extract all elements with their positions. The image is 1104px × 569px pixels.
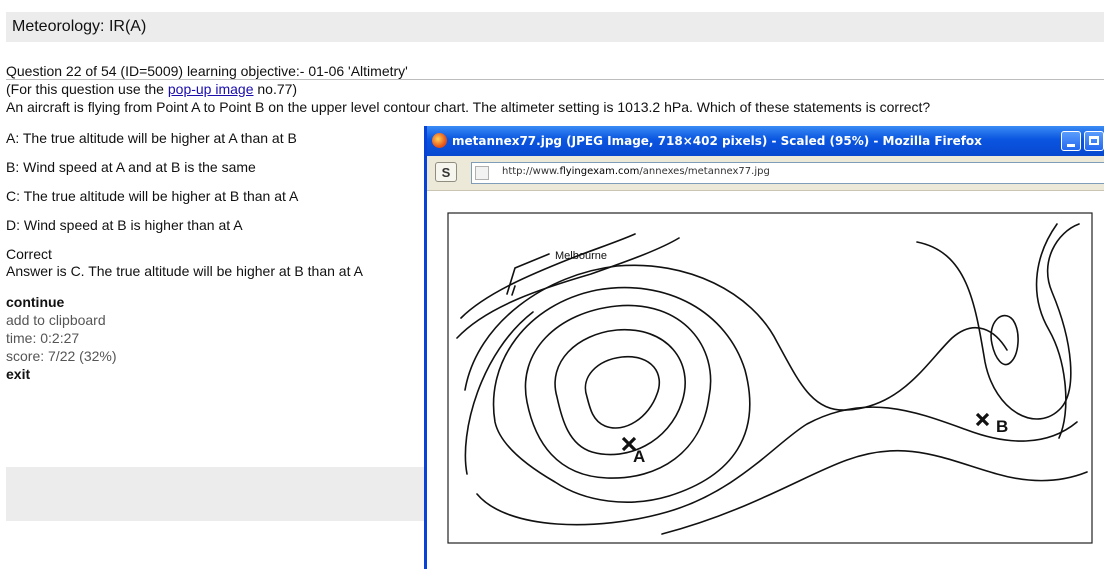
url-path: /annexes/metannex77.jpg bbox=[639, 166, 770, 177]
url-field[interactable]: http://www.flyingexam.com/annexes/metann… bbox=[471, 162, 1104, 184]
popup-reference: (For this question use the pop-up image … bbox=[6, 81, 297, 97]
question-text: An aircraft is flying from Point A to Po… bbox=[6, 99, 931, 115]
chart-frame bbox=[447, 212, 1093, 544]
minimize-icon[interactable] bbox=[1061, 131, 1081, 151]
continue-link[interactable]: continue bbox=[6, 293, 117, 311]
page-header: Meteorology: IR(A) bbox=[6, 12, 1104, 42]
point-b-label: B bbox=[996, 417, 1008, 436]
page-title: Meteorology: IR(A) bbox=[12, 18, 147, 35]
bottom-panel bbox=[6, 467, 426, 521]
url-text: http://www.flyingexam.com/annexes/metann… bbox=[502, 166, 770, 177]
point-a-label: A bbox=[633, 447, 645, 466]
result-panel: Correct Answer is C. The true altitude w… bbox=[6, 246, 363, 280]
melbourne-label: Melbourne bbox=[555, 250, 607, 262]
page-icon bbox=[475, 166, 489, 180]
address-bar: S http://www.flyingexam.com/annexes/meta… bbox=[427, 156, 1104, 191]
score-display: score: 7/22 (32%) bbox=[6, 348, 117, 364]
popup-reference-prefix: (For this question use the bbox=[6, 81, 168, 97]
popup-title: metannex77.jpg (JPEG Image, 718×402 pixe… bbox=[452, 134, 982, 148]
answer-option-b[interactable]: B: Wind speed at A and at B is the same bbox=[6, 159, 256, 175]
popup-window: metannex77.jpg (JPEG Image, 718×402 pixe… bbox=[424, 126, 1104, 569]
result-answer: Answer is C. The true altitude will be h… bbox=[6, 263, 363, 279]
s-button[interactable]: S bbox=[435, 162, 457, 182]
exit-link[interactable]: exit bbox=[6, 365, 117, 383]
popup-titlebar[interactable]: metannex77.jpg (JPEG Image, 718×402 pixe… bbox=[427, 126, 1104, 156]
question-meta: Question 22 of 54 (ID=5009) learning obj… bbox=[6, 63, 408, 79]
contour-chart-image: Melbourne A B bbox=[447, 212, 1093, 544]
popup-reference-suffix: no.77) bbox=[253, 81, 298, 97]
controls-panel: continue add to clipboard time: 0:2:27 s… bbox=[6, 293, 117, 383]
url-prefix: http://www. bbox=[502, 166, 560, 177]
add-to-clipboard-link[interactable]: add to clipboard bbox=[6, 311, 117, 329]
popup-image-link[interactable]: pop-up image bbox=[168, 81, 254, 97]
answer-option-a[interactable]: A: The true altitude will be higher at A… bbox=[6, 130, 297, 146]
url-domain: flyingexam.com bbox=[559, 166, 640, 177]
firefox-icon bbox=[432, 133, 447, 148]
time-display: time: 0:2:27 bbox=[6, 330, 80, 346]
answer-option-d[interactable]: D: Wind speed at B is higher than at A bbox=[6, 217, 243, 233]
divider bbox=[6, 79, 1104, 80]
answer-option-c[interactable]: C: The true altitude will be higher at B… bbox=[6, 188, 298, 204]
maximize-icon[interactable] bbox=[1084, 131, 1104, 151]
result-status: Correct bbox=[6, 246, 52, 262]
